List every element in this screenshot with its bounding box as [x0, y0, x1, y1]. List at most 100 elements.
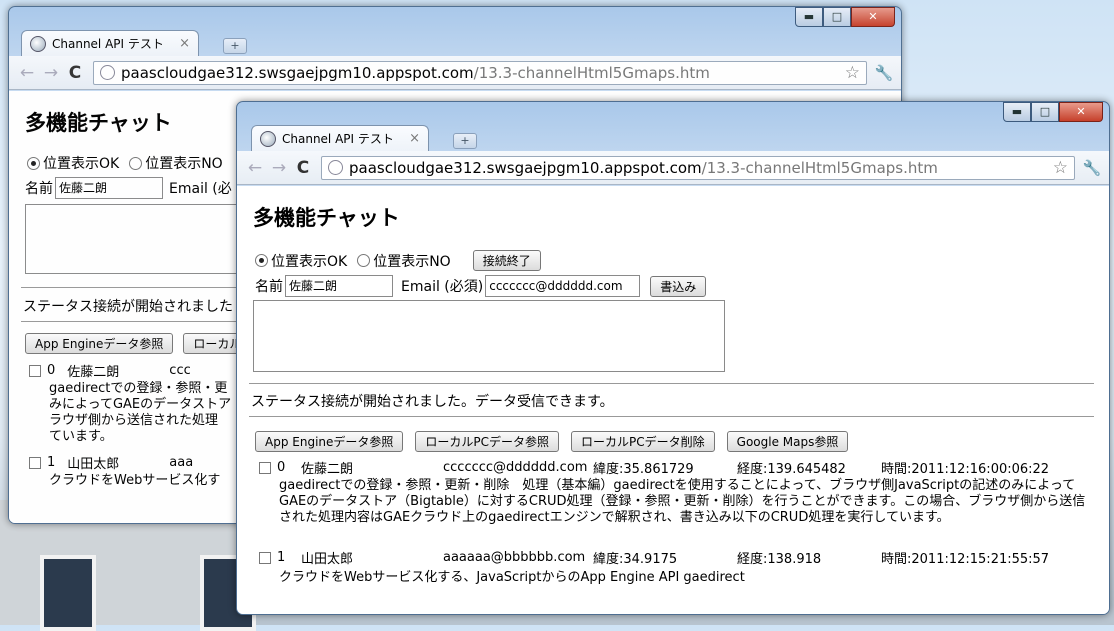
page-title: 多機能チャット — [25, 111, 172, 135]
message-checkbox[interactable] — [29, 456, 41, 469]
close-button[interactable]: ✕ — [1059, 102, 1103, 122]
page-icon — [328, 160, 343, 175]
position-radio-group: 位置表示OK 位置表示NO — [27, 153, 233, 173]
message-checkbox[interactable] — [259, 551, 271, 564]
reload-icon[interactable]: C — [291, 158, 315, 178]
url-text: paascloudgae312.swsgaejpgm10.appspot.com… — [349, 158, 938, 177]
status-text: ステータス接続が開始されました — [23, 299, 233, 315]
name-input[interactable]: 佐藤二朗 — [285, 275, 393, 297]
globe-icon — [260, 130, 276, 147]
message-time: 時間:2011:12:16:00:06:22 — [881, 462, 1050, 477]
message-name: 佐藤二朗 — [67, 365, 120, 380]
message-body: クラウドをWebサービス化す — [49, 473, 221, 488]
new-tab-button[interactable]: + — [223, 38, 247, 54]
name-email-row: 名前 佐藤二朗 Email (必須) ccccccc@dddddd.com 書込… — [255, 275, 707, 297]
bookmark-star-icon[interactable]: ☆ — [845, 63, 860, 83]
status-text: ステータス接続が開始されました。データ受信できます。 — [251, 394, 614, 410]
window-caption-buttons: ▬ □ ✕ — [1003, 102, 1103, 122]
message-body: クラウドをWebサービス化する、JavaScriptからのApp Engine … — [279, 570, 745, 585]
bookmark-star-icon[interactable]: ☆ — [1053, 158, 1068, 178]
message-index: 1 — [277, 550, 286, 565]
radio-position-no[interactable] — [129, 156, 143, 170]
message-checkbox[interactable] — [29, 364, 41, 377]
message-name: 山田太郎 — [67, 457, 120, 472]
browser-tab[interactable]: Channel API テスト × — [251, 125, 429, 151]
page-icon — [100, 65, 115, 80]
message-header: 0 佐藤二朗 ccc — [29, 361, 191, 380]
google-maps-button[interactable]: Google Maps参照 — [726, 431, 849, 452]
name-label: 名前 — [255, 279, 283, 295]
radio-no-label: 位置表示NO — [373, 253, 451, 270]
message-email: aaaaaa@bbbbbb.com — [443, 550, 586, 565]
back-icon[interactable]: ← — [243, 158, 267, 178]
tab-title: Channel API テスト — [282, 132, 394, 146]
message-longitude: 経度:139.645482 — [737, 462, 846, 477]
radio-position-ok[interactable] — [255, 254, 268, 267]
name-row: 名前 佐藤二朗 Email (必 — [25, 177, 242, 199]
message-email: aaa — [169, 455, 194, 470]
close-button[interactable]: ✕ — [851, 7, 895, 27]
message-header: 1 山田太郎 aaa — [29, 453, 193, 472]
page-content: 多機能チャット 位置表示OK 位置表示NO 接続終了 名前 佐藤二朗 Email… — [237, 186, 1109, 614]
write-button[interactable]: 書込み — [650, 275, 707, 297]
radio-position-no[interactable] — [357, 254, 371, 267]
radio-ok-label: 位置表示OK — [43, 156, 120, 172]
browser-window-front[interactable]: ▬ □ ✕ Channel API テスト × + ← → C paasclou… — [236, 101, 1110, 615]
disconnect-button[interactable]: 接続終了 — [472, 250, 541, 271]
name-input[interactable]: 佐藤二朗 — [55, 177, 163, 199]
maximize-button[interactable]: □ — [1031, 102, 1059, 122]
browser-toolbar: ← → C paascloudgae312.swsgaejpgm10.appsp… — [237, 151, 1109, 185]
background-window-pane — [40, 555, 96, 631]
url-text: paascloudgae312.swsgaejpgm10.appspot.com… — [121, 63, 710, 82]
message-textarea[interactable] — [253, 300, 725, 372]
radio-no-label: 位置表示NO — [145, 156, 223, 172]
message-time: 時間:2011:12:15:21:55:57 — [881, 552, 1050, 567]
tab-close-icon[interactable]: × — [409, 131, 420, 146]
radio-position-ok[interactable] — [27, 156, 40, 170]
browser-tab[interactable]: Channel API テスト × — [21, 30, 199, 56]
email-input[interactable]: ccccccc@dddddd.com — [485, 275, 641, 297]
globe-icon — [30, 35, 46, 52]
divider — [249, 383, 1094, 384]
window-caption-buttons: ▬ □ ✕ — [795, 7, 895, 27]
forward-icon[interactable]: → — [39, 63, 63, 83]
message-checkbox[interactable] — [259, 461, 271, 474]
message-name: 佐藤二朗 — [301, 462, 354, 477]
message-body: gaedirectでの登録・参照・更 みによってGAEのデータストア ラウザ側か… — [49, 381, 232, 444]
message-longitude: 経度:138.918 — [737, 552, 822, 567]
message-body: gaedirectでの登録・参照・更新・削除 処理（基本編）gaedirectを… — [279, 478, 1086, 525]
address-bar[interactable]: paascloudgae312.swsgaejpgm10.appspot.com… — [321, 155, 1075, 180]
new-tab-button[interactable]: + — [453, 133, 477, 149]
message-email: ccc — [169, 363, 191, 378]
name-label: 名前 — [25, 181, 53, 197]
app-engine-view-button[interactable]: App Engineデータ参照 — [255, 431, 404, 452]
message-header: 1 山田太郎 aaaaaa@bbbbbb.com 緯度:34.9175 経度:1… — [259, 548, 1049, 567]
action-buttons: App Engineデータ参照 ローカル — [25, 333, 252, 354]
local-delete-button[interactable]: ローカルPCデータ削除 — [571, 431, 715, 452]
message-index: 1 — [47, 455, 56, 470]
message-latitude: 緯度:34.9175 — [593, 552, 678, 567]
minimize-button[interactable]: ▬ — [795, 7, 823, 27]
browser-toolbar: ← → C paascloudgae312.swsgaejpgm10.appsp… — [9, 56, 901, 90]
local-view-button[interactable]: ローカルPCデータ参照 — [415, 431, 560, 452]
message-index: 0 — [47, 363, 56, 378]
back-icon[interactable]: ← — [15, 63, 39, 83]
message-header: 0 佐藤二朗 ccccccc@dddddd.com 緯度:35.861729 経… — [259, 458, 1049, 477]
tab-close-icon[interactable]: × — [179, 36, 190, 51]
app-engine-view-button[interactable]: App Engineデータ参照 — [25, 333, 174, 354]
minimize-button[interactable]: ▬ — [1003, 102, 1031, 122]
message-index: 0 — [277, 460, 286, 475]
message-latitude: 緯度:35.861729 — [593, 462, 694, 477]
reload-icon[interactable]: C — [63, 63, 87, 83]
address-bar[interactable]: paascloudgae312.swsgaejpgm10.appspot.com… — [93, 60, 867, 85]
email-label: Email (必須) — [401, 279, 484, 295]
maximize-button[interactable]: □ — [823, 7, 851, 27]
position-radio-group: 位置表示OK 位置表示NO 接続終了 — [255, 250, 541, 271]
forward-icon[interactable]: → — [267, 158, 291, 178]
email-label: Email (必 — [169, 181, 232, 197]
message-name: 山田太郎 — [301, 552, 354, 567]
message-email: ccccccc@dddddd.com — [443, 460, 588, 475]
wrench-icon[interactable]: 🔧 — [1081, 159, 1103, 177]
tab-title: Channel API テスト — [52, 37, 164, 51]
wrench-icon[interactable]: 🔧 — [873, 64, 895, 82]
